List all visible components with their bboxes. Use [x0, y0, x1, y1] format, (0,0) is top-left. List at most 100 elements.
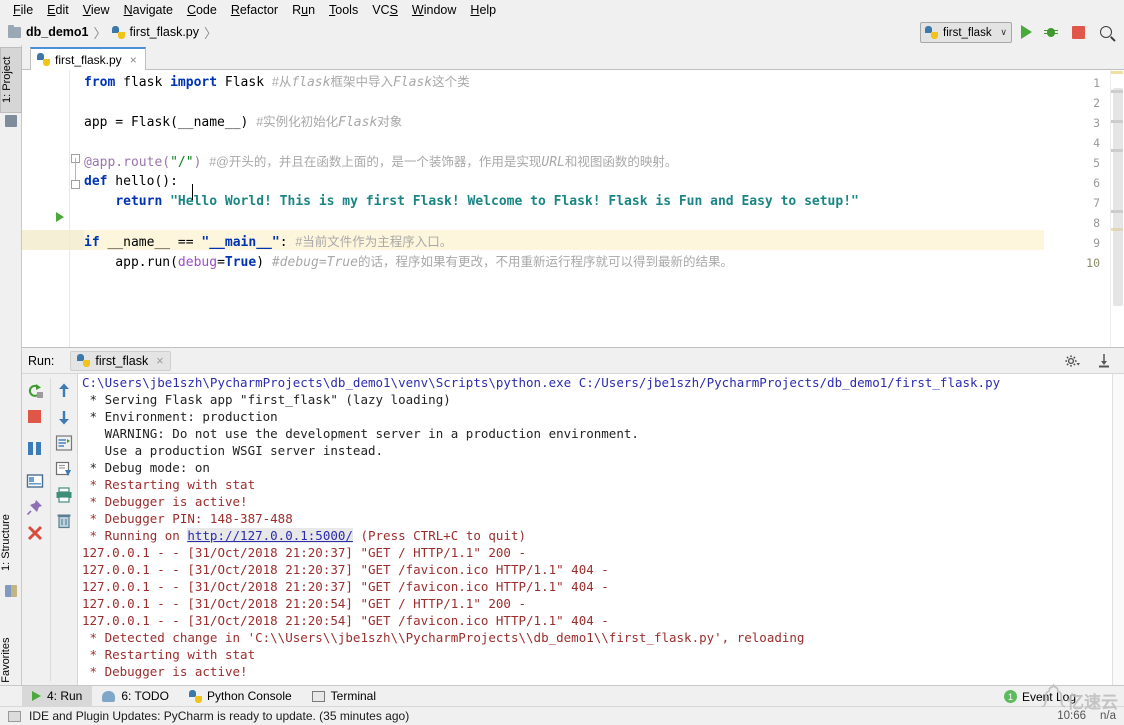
left-tool-stripe: 1: Project 1: Structure 2: Favorites ★	[0, 45, 22, 724]
settings-gear-icon[interactable]	[1064, 353, 1080, 369]
stop-icon	[1072, 26, 1085, 39]
code-token: =	[217, 255, 225, 270]
stop-button[interactable]	[22, 410, 50, 436]
bottom-tab-python-console[interactable]: Python Console	[179, 686, 302, 707]
pin-button[interactable]	[22, 494, 50, 520]
console-line: * Detected change in 'C:\\Users\\jbe1szh…	[82, 630, 805, 645]
menu-item-tools[interactable]: Tools	[322, 2, 365, 18]
menu-item-code[interactable]: Code	[180, 2, 224, 18]
code-line[interactable]: app = Flask(__name__) #实例化初始化Flask对象	[84, 112, 402, 132]
console-scrollbar[interactable]	[1112, 374, 1124, 685]
editor-scrollbar-thumb[interactable]	[1113, 88, 1123, 306]
code-line[interactable]: @app.route("/") #@开头的，并且在函数上面的，是一个装饰器，作用…	[84, 152, 677, 172]
menu-item-refactor[interactable]: Refactor	[224, 2, 285, 18]
close-icon[interactable]: ×	[130, 53, 137, 67]
bottom-tab-terminal[interactable]: Terminal	[302, 686, 386, 707]
fold-marker-end-icon[interactable]	[71, 180, 80, 189]
code-editor[interactable]: 1 2 3 4 5 6 7 8 9 10 from flask import Flask #从fl…	[22, 70, 1124, 348]
fold-region-line	[75, 158, 76, 180]
run-tool-header: Run: first_flask ×	[22, 348, 1124, 374]
run-tab-first-flask[interactable]: first_flask ×	[70, 350, 171, 371]
run-config-label: first_flask	[943, 26, 992, 39]
up-arrow-button[interactable]	[51, 378, 79, 404]
stop-button[interactable]	[1068, 22, 1090, 43]
editor-marker-bar[interactable]	[1110, 70, 1124, 347]
code-token: __name__ ==	[99, 235, 202, 250]
breadcrumb-project[interactable]: db_demo1	[26, 25, 89, 39]
code-token: hello():	[107, 174, 178, 189]
print-button[interactable]	[51, 482, 79, 508]
code-line[interactable]: return "Hello World! This is my first Fl…	[84, 192, 859, 212]
menu-item-view[interactable]: View	[76, 2, 117, 18]
run-tab-label: first_flask	[95, 353, 149, 368]
export-to-file-icon[interactable]	[1096, 353, 1112, 369]
close-button[interactable]	[22, 520, 50, 546]
run-tool-column-left	[22, 378, 50, 546]
editor-gutter[interactable]	[22, 70, 70, 347]
console-output[interactable]: C:\Users\jbe1szh\PycharmProjects\db_demo…	[78, 374, 1124, 685]
scroll-to-end-button[interactable]	[51, 456, 79, 482]
code-token: from	[84, 75, 116, 90]
code-token: "/"	[170, 155, 194, 170]
marker-warning[interactable]	[1111, 71, 1123, 74]
gutter-run-icon[interactable]	[56, 212, 64, 222]
pause-button[interactable]	[22, 442, 50, 468]
bottom-tab-run-label: 4: Run	[47, 689, 83, 703]
bottom-tab-run[interactable]: 4: Run	[22, 685, 93, 707]
todo-icon	[102, 690, 116, 702]
editor-tab-first-flask[interactable]: first_flask.py ×	[30, 47, 146, 70]
run-button[interactable]	[1016, 22, 1038, 43]
editor-tab-strip: first_flask.py ×	[22, 45, 1124, 70]
breadcrumb: db_demo1 〉 first_flask.py 〉	[8, 23, 222, 42]
code-line[interactable]: def hello():	[84, 172, 178, 192]
structure-icon	[5, 585, 17, 597]
menu-item-edit[interactable]: Edit	[40, 2, 76, 18]
soft-wrap-button[interactable]	[51, 430, 79, 456]
code-token: "__main__"	[201, 235, 280, 250]
down-arrow-button[interactable]	[51, 404, 79, 430]
console-link[interactable]: http://127.0.0.1:5000/	[187, 528, 353, 543]
code-token: URL	[541, 155, 565, 170]
code-token: app = Flask(__name__)	[84, 115, 257, 130]
debug-button[interactable]	[1040, 22, 1062, 43]
run-configuration-selector[interactable]: first_flask ∨	[920, 22, 1012, 43]
console-line: * Running on http://127.0.0.1:5000/ (Pre…	[82, 528, 527, 543]
code-line[interactable]: app.run(debug=True) #debug=True的话，程序如果有更…	[84, 252, 733, 272]
console-line: * Restarting with stat	[82, 647, 256, 662]
bottom-tab-todo-label: 6: TODO	[121, 689, 169, 703]
breadcrumb-file[interactable]: first_flask.py	[130, 25, 199, 39]
code-line[interactable]: if __name__ == "__main__": #当前文件作为主程序入口。	[84, 232, 452, 252]
trash-button[interactable]	[51, 508, 79, 534]
console-line: * Debugger is active!	[82, 494, 248, 509]
bottom-tab-todo[interactable]: 6: TODO	[92, 686, 179, 707]
project-icon	[5, 115, 17, 127]
print-console-button[interactable]	[22, 468, 50, 494]
code-token: @app.route(	[84, 155, 171, 170]
sidebar-item-structure[interactable]: 1: Structure	[0, 505, 22, 581]
menu-item-help[interactable]: Help	[463, 2, 503, 18]
python-file-icon	[37, 53, 50, 66]
rerun-button[interactable]	[22, 378, 50, 404]
search-everywhere-button[interactable]	[1096, 22, 1118, 43]
watermark: ༼༽ 亿速云	[1041, 679, 1118, 721]
close-icon[interactable]: ×	[156, 354, 163, 368]
menu-item-window[interactable]: Window	[405, 2, 463, 18]
chevron-down-icon: ∨	[1000, 27, 1007, 37]
bottom-tool-stripe: 4: Run 6: TODO Python Console Terminal 1…	[0, 685, 1124, 707]
code-token: 的话，程序如果有更改，不用重新运行程序就可以得到最新的结果。	[357, 255, 733, 269]
menu-item-navigate[interactable]: Navigate	[117, 2, 180, 18]
code-line[interactable]: from flask import Flask #从flask框架中导入Flas…	[84, 72, 470, 92]
menu-item-run[interactable]: Run	[285, 2, 322, 18]
sidebar-item-project[interactable]: 1: Project	[0, 47, 22, 113]
status-message[interactable]: IDE and Plugin Updates: PyCharm is ready…	[29, 709, 409, 723]
console-line: * Debugger PIN: 148-387-488	[82, 511, 293, 526]
code-token: #从	[271, 75, 292, 89]
menu-item-file[interactable]: FFileile	[6, 2, 40, 18]
console-line: * Debug mode: on	[82, 460, 210, 475]
code-text[interactable]: from flask import Flask #从flask框架中导入Flas…	[84, 70, 1124, 347]
console-line: 127.0.0.1 - - [31/Oct/2018 21:20:54] "GE…	[82, 613, 609, 628]
menu-item-vcs[interactable]: VCS	[365, 2, 405, 18]
pycharm-window: FFileile Edit View Navigate Code Refacto…	[0, 0, 1124, 725]
pause-icon	[28, 442, 41, 455]
